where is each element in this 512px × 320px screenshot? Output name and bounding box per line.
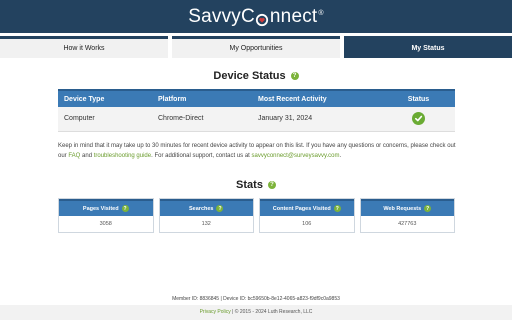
stat-header: Searches? [159, 199, 253, 216]
stat-header: Web Requests? [360, 199, 454, 216]
table-header-row: Device Type Platform Most Recent Activit… [58, 89, 455, 107]
activity-note: Keep in mind that it may take up to 30 m… [58, 142, 458, 161]
troubleshooting-guide-link[interactable]: troubleshooting guide [94, 153, 151, 159]
col-status: Status [382, 89, 455, 107]
stat-value: 427763 [360, 216, 454, 232]
tab-my-status[interactable]: My Status [344, 36, 512, 58]
page-footer: Privacy Policy | © 2015 - 2024 Luth Rese… [0, 305, 512, 320]
note-text-2: and [80, 152, 94, 159]
stat-pages-visited: Pages Visited? 3058 [58, 198, 154, 233]
help-icon[interactable]: ? [290, 72, 299, 80]
stat-value: 106 [260, 216, 354, 232]
registered-mark: ® [318, 10, 324, 17]
heart-o-icon [255, 11, 269, 26]
help-icon[interactable]: ? [267, 181, 276, 189]
logo-text-c: C [240, 5, 255, 27]
help-icon[interactable]: ? [216, 205, 224, 212]
main-tabs: How it Works My Opportunities My Status [0, 36, 512, 58]
help-icon[interactable]: ? [121, 205, 129, 212]
col-device-type: Device Type [58, 89, 152, 107]
faq-link[interactable]: FAQ [68, 153, 80, 159]
cell-status [382, 107, 455, 132]
check-icon [412, 112, 425, 126]
stat-label: Pages Visited [82, 205, 119, 212]
device-status-table: Device Type Platform Most Recent Activit… [58, 89, 455, 132]
stats-title: Stats ? [0, 179, 512, 191]
app-header: Savvy Cnnect ® [0, 0, 512, 33]
stats-heading: Stats [236, 179, 263, 191]
note-text-4: . [339, 152, 342, 159]
savvyconnect-logo: Savvy Cnnect ® [188, 6, 324, 28]
stat-web-requests: Web Requests? 427763 [359, 198, 455, 233]
cell-platform: Chrome-Direct [152, 107, 252, 132]
stat-value: 132 [159, 216, 253, 232]
table-row: Computer Chrome-Direct January 31, 2024 [58, 107, 455, 132]
logo-text-2: nnect [269, 5, 318, 27]
stat-header: Content Pages Visited? [260, 199, 354, 216]
tab-how-it-works[interactable]: How it Works [0, 36, 168, 58]
col-platform: Platform [152, 89, 252, 107]
help-icon[interactable]: ? [333, 205, 341, 212]
tab-my-opportunities[interactable]: My Opportunities [172, 36, 340, 58]
support-email-link[interactable]: savvyconnect@surveysavvy.com [252, 153, 340, 159]
cell-device-type: Computer [58, 107, 152, 132]
stat-label: Searches [189, 205, 214, 212]
logo-text-1: Savvy [188, 5, 241, 27]
note-text-3: . For additional support, contact us at [151, 152, 252, 159]
stat-header: Pages Visited? [59, 199, 153, 216]
stat-label: Content Pages Visited [272, 205, 331, 212]
privacy-policy-link[interactable]: Privacy Policy [200, 309, 231, 315]
col-most-recent-activity: Most Recent Activity [252, 89, 382, 107]
device-status-title: Device Status ? [0, 70, 512, 82]
device-status-heading: Device Status [213, 70, 286, 82]
stat-content-pages-visited: Content Pages Visited? 106 [259, 198, 355, 233]
help-icon[interactable]: ? [424, 205, 432, 212]
member-device-ids: Member ID: 8836845 | Device ID: bc59650b… [172, 296, 340, 302]
cell-activity: January 31, 2024 [252, 107, 382, 132]
stats-panel: Pages Visited? 3058 Searches? 132 Conten… [58, 198, 455, 233]
stat-searches: Searches? 132 [158, 198, 254, 233]
copyright-text: | © 2015 - 2024 Luth Research, LLC [230, 309, 313, 315]
stat-value: 3058 [59, 216, 153, 232]
stat-label: Web Requests [383, 205, 422, 212]
